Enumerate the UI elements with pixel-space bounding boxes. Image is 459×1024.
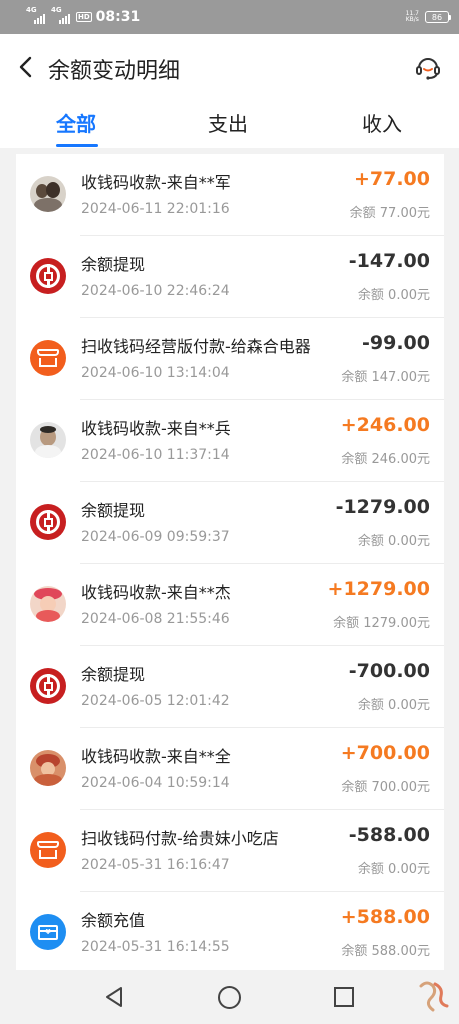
balance-after: 余额 77.00元 xyxy=(349,206,430,221)
balance-after: 余额 0.00元 xyxy=(357,534,430,549)
filter-tabs: 全部 支出 收入 xyxy=(0,100,459,148)
transaction-row[interactable]: 收钱码收款-来自**全 2024-06-04 10:59:14 +700.00 … xyxy=(16,728,444,810)
signal-bars-icon xyxy=(34,14,45,24)
tab-income[interactable]: 收入 xyxy=(362,108,402,137)
transaction-time: 2024-06-10 22:46:24 xyxy=(81,283,230,299)
system-nav-bar xyxy=(0,970,459,1024)
transaction-title: 收钱码收款-来自**全 xyxy=(81,747,231,766)
transaction-title: 收钱码收款-来自**杰 xyxy=(81,583,231,602)
transaction-row[interactable]: 收钱码收款-来自**军 2024-06-11 22:01:16 +77.00 余… xyxy=(16,154,444,236)
transaction-row[interactable]: 余额提现 2024-06-09 09:59:37 -1279.00 余额 0.0… xyxy=(16,482,444,564)
transaction-row[interactable]: 收钱码收款-来自**杰 2024-06-08 21:55:46 +1279.00… xyxy=(16,564,444,646)
transaction-time: 2024-06-04 10:59:14 xyxy=(81,775,230,791)
transaction-time: 2024-06-05 12:01:42 xyxy=(81,693,230,709)
active-tab-indicator xyxy=(56,144,98,147)
nav-back-icon[interactable] xyxy=(102,985,126,1009)
payer-avatar xyxy=(30,750,66,786)
transaction-amount: +588.00 xyxy=(340,906,430,928)
transaction-row[interactable]: 扫收钱码经营版付款-给森合电器 2024-06-10 13:14:04 -99.… xyxy=(16,318,444,400)
transaction-row[interactable]: 扫收钱码付款-给贵妹小吃店 2024-05-31 16:16:47 -588.0… xyxy=(16,810,444,892)
payer-avatar xyxy=(30,586,66,622)
transaction-amount: +77.00 xyxy=(353,168,430,190)
transaction-time: 2024-05-31 16:14:55 xyxy=(81,939,230,955)
payer-avatar xyxy=(30,422,66,458)
signal-bars-icon xyxy=(59,14,70,24)
balance-after: 余额 700.00元 xyxy=(341,780,430,795)
signal-1: 4G xyxy=(26,6,45,24)
transaction-row[interactable]: ¥ 余额充值 2024-05-31 16:14:55 +588.00 余额 58… xyxy=(16,892,444,970)
balance-after: 余额 0.00元 xyxy=(357,288,430,303)
transaction-amount: +700.00 xyxy=(340,742,430,764)
shop-icon xyxy=(30,832,66,868)
nav-recents-icon[interactable] xyxy=(334,987,354,1007)
transaction-amount: -588.00 xyxy=(348,824,430,846)
transaction-time: 2024-06-08 21:55:46 xyxy=(81,611,230,627)
net-speed-unit: KB/s xyxy=(405,16,419,23)
transaction-list[interactable]: 收钱码收款-来自**军 2024-06-11 22:01:16 +77.00 余… xyxy=(16,154,444,970)
transaction-amount: -1279.00 xyxy=(335,496,430,518)
transaction-title: 余额充值 xyxy=(81,911,146,930)
balance-after: 余额 147.00元 xyxy=(341,370,430,385)
payer-avatar xyxy=(30,176,66,212)
transaction-time: 2024-05-31 16:16:47 xyxy=(81,857,230,873)
battery-level: 86 xyxy=(431,12,443,22)
signal-2: 4G xyxy=(51,6,70,24)
net-speed: 11.7 KB/s xyxy=(406,11,419,23)
hd-voice-badge: HD xyxy=(76,12,92,22)
watermark-logo-icon xyxy=(419,981,449,1012)
nav-home-icon[interactable] xyxy=(218,986,241,1009)
app-header: 余额变动明细 xyxy=(0,34,459,100)
customer-service-icon[interactable] xyxy=(413,52,443,82)
shop-icon xyxy=(30,340,66,376)
tab-all[interactable]: 全部 xyxy=(56,108,96,137)
network-type-label: 4G xyxy=(51,6,62,14)
bank-icon xyxy=(30,504,66,540)
transaction-amount: -700.00 xyxy=(348,660,430,682)
balance-after: 余额 246.00元 xyxy=(341,452,430,467)
balance-after: 余额 0.00元 xyxy=(357,698,430,713)
tab-expense[interactable]: 支出 xyxy=(208,108,248,137)
transaction-amount: +1279.00 xyxy=(327,578,430,600)
transaction-title: 扫收钱码经营版付款-给森合电器 xyxy=(81,337,311,356)
balance-after: 余额 1279.00元 xyxy=(333,616,430,631)
network-type-label: 4G xyxy=(26,6,37,14)
transaction-row[interactable]: 收钱码收款-来自**兵 2024-06-10 11:37:14 +246.00 … xyxy=(16,400,444,482)
transaction-row[interactable]: 余额提现 2024-06-10 22:46:24 -147.00 余额 0.00… xyxy=(16,236,444,318)
transaction-time: 2024-06-11 22:01:16 xyxy=(81,201,230,217)
transaction-amount: +246.00 xyxy=(340,414,430,436)
bank-icon xyxy=(30,258,66,294)
transaction-title: 扫收钱码付款-给贵妹小吃店 xyxy=(81,829,279,848)
transaction-time: 2024-06-10 11:37:14 xyxy=(81,447,230,463)
transaction-title: 收钱码收款-来自**兵 xyxy=(81,419,231,438)
topup-icon: ¥ xyxy=(30,914,66,950)
transaction-title: 收钱码收款-来自**军 xyxy=(81,173,231,192)
transaction-row[interactable]: 余额提现 2024-06-05 12:01:42 -700.00 余额 0.00… xyxy=(16,646,444,728)
back-arrow-icon[interactable] xyxy=(14,54,40,80)
page-title: 余额变动明细 xyxy=(48,59,181,84)
clock: 08:31 xyxy=(95,9,141,25)
bank-icon xyxy=(30,668,66,704)
transaction-title: 余额提现 xyxy=(81,255,146,274)
balance-after: 余额 0.00元 xyxy=(357,862,430,877)
battery-icon: 86 xyxy=(425,11,451,23)
status-bar: 4G 4G HD 08:31 11.7 KB/s 86 xyxy=(0,0,459,34)
transaction-amount: -147.00 xyxy=(348,250,430,272)
transaction-title: 余额提现 xyxy=(81,501,146,520)
balance-after: 余额 588.00元 xyxy=(341,944,430,959)
transaction-time: 2024-06-09 09:59:37 xyxy=(81,529,230,545)
transaction-amount: -99.00 xyxy=(362,332,430,354)
transaction-time: 2024-06-10 13:14:04 xyxy=(81,365,230,381)
transaction-title: 余额提现 xyxy=(81,665,146,684)
